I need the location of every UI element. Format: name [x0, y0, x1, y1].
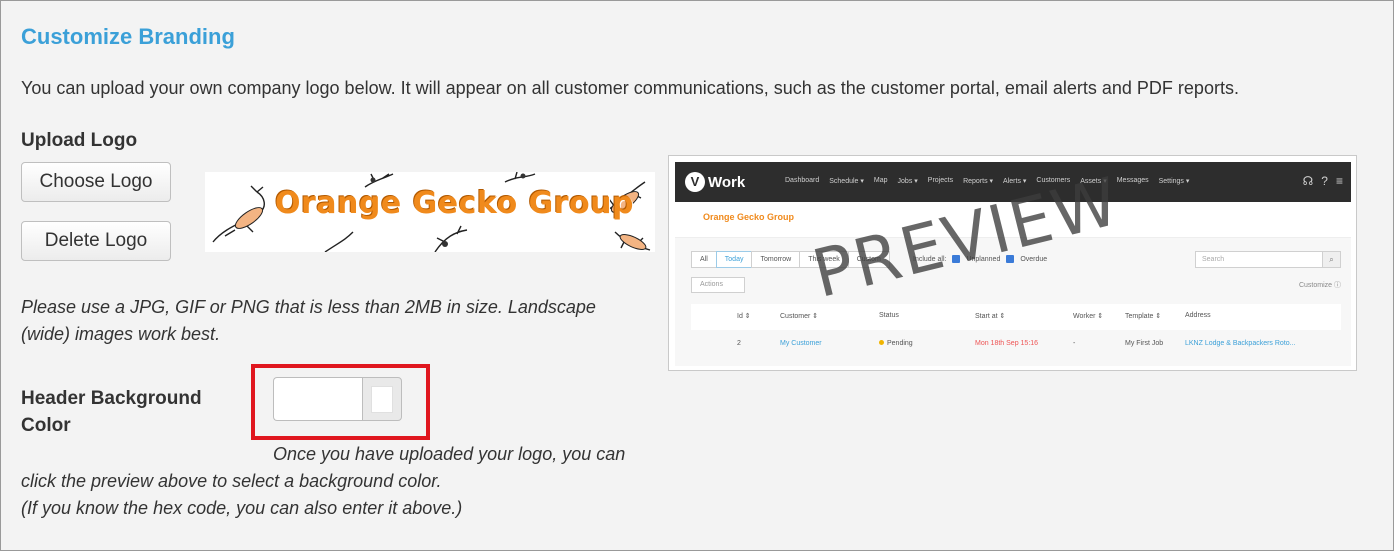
preview-col-header: Start at ⇕: [975, 313, 1006, 320]
preview-col-header: Id ⇕: [737, 313, 751, 320]
preview-nav-item: Messages: [1116, 177, 1149, 184]
preview-include-label: Include all:: [913, 255, 947, 263]
hint-line: Once you have uploaded your logo, you ca…: [273, 444, 626, 464]
preview-search-placeholder: Search: [1202, 256, 1225, 263]
preview-cell-id: 2: [737, 340, 741, 347]
preview-topbar[interactable]: V Work Dashboard Schedule ▾ Map Jobs ▾ P…: [675, 162, 1351, 202]
preview-nav-item: Reports ▾: [963, 178, 994, 185]
preview-col-header: Status: [879, 312, 899, 319]
preview-nav-item: Settings ▾: [1158, 178, 1190, 185]
preview-cell-status: Pending: [879, 340, 913, 347]
delete-logo-button[interactable]: Delete Logo: [21, 221, 171, 261]
preview-nav: Dashboard Schedule ▾ Map Jobs ▾ Projects…: [785, 177, 1189, 185]
preview-cell-customer: My Customer: [780, 340, 822, 347]
header-bg-label-line: Color: [21, 415, 71, 436]
preview-col-header: Worker ⇕: [1073, 313, 1104, 320]
preview-nav-item: Map: [873, 177, 888, 184]
preview-brand-icon: V: [685, 172, 705, 192]
help-icon: ?: [1321, 174, 1328, 188]
preview-nav-item: Projects: [927, 177, 954, 184]
preview-col-header: Address: [1185, 312, 1211, 319]
preview-tab: Custom: [847, 251, 890, 268]
preview-tab: This week: [799, 251, 849, 268]
choose-logo-button[interactable]: Choose Logo: [21, 162, 171, 202]
header-bg-color-input[interactable]: [273, 377, 363, 421]
preview-cell-address: LKNZ Lodge & Backpackers Roto...: [1185, 340, 1296, 347]
upload-note: Please use a JPG, GIF or PNG that is les…: [21, 294, 661, 348]
intro-text: You can upload your own company logo bel…: [21, 78, 1239, 98]
checkbox-icon: [1006, 255, 1015, 263]
color-picker-button[interactable]: [362, 377, 402, 421]
preview-tab: All: [691, 251, 717, 268]
preview-nav-item: Schedule ▾: [829, 178, 864, 185]
preview-nav-item: Customers: [1036, 177, 1071, 184]
preview-logo: Orange Gecko Group: [703, 212, 795, 222]
preview-include-option: Overdue: [1020, 255, 1048, 263]
color-swatch: [371, 386, 393, 413]
headset-icon: ☊: [1302, 174, 1314, 188]
preview-table-header: Id ⇕ Customer ⇕ Status Start at ⇕ Worker…: [691, 304, 1341, 330]
preview-cell-worker: -: [1073, 340, 1076, 347]
preview-col-header: Template ⇕: [1125, 313, 1162, 320]
checkbox-icon: [952, 255, 961, 263]
header-bg-color-label: Header Background Color: [21, 385, 231, 439]
preview-nav-item: Alerts ▾: [1003, 178, 1027, 185]
upload-note-line: Please use a JPG, GIF or PNG that is les…: [21, 297, 596, 317]
menu-icon: ≡: [1335, 174, 1343, 188]
preview-search: Search ⌕: [1195, 251, 1341, 268]
preview-tab: Tomorrow: [751, 251, 801, 268]
preview-body: All Today Tomorrow This week Custom Incl…: [675, 238, 1351, 366]
header-bg-label-line: Header Background: [21, 388, 202, 409]
preview-brand-name: Work: [708, 173, 746, 191]
preview-cell-start: Mon 18th Sep 15:16: [975, 340, 1039, 347]
logo-image: Orange Gecko Group: [205, 172, 655, 252]
preview-cell-template: My First Job: [1125, 340, 1164, 347]
preview-nav-item: Assets ▾: [1080, 178, 1107, 185]
search-icon: ⌕: [1322, 252, 1340, 267]
preview-tabs: All Today Tomorrow This week Custom: [691, 251, 890, 268]
preview-customize: Customize ⓘ: [1298, 282, 1341, 289]
preview-brand: V Work: [685, 171, 745, 193]
logo-company-name: Orange Gecko Group: [275, 186, 634, 221]
preview-topbar-icons: ☊ ? ≡: [1303, 174, 1343, 188]
preview-include-filters: Include all: Unplanned Overdue: [913, 255, 1047, 263]
hint-line: click the preview above to select a back…: [21, 471, 442, 491]
preview-logo-strip[interactable]: Orange Gecko Group: [675, 202, 1351, 238]
section-title: Customize Branding: [21, 24, 235, 49]
preview-nav-item: Jobs ▾: [897, 178, 918, 185]
header-preview[interactable]: V Work Dashboard Schedule ▾ Map Jobs ▾ P…: [668, 155, 1357, 371]
upload-note-line: (wide) images work best.: [21, 324, 221, 344]
preview-nav-item: Dashboard: [785, 177, 820, 184]
preview-table-row: 2 My Customer Pending Mon 18th Sep 15:16…: [691, 334, 1341, 354]
preview-tab: Today: [715, 251, 753, 268]
preview-actions: Actions: [691, 277, 745, 293]
preview-include-option: Unplanned: [966, 255, 1001, 263]
upload-logo-label: Upload Logo: [21, 130, 138, 151]
hint-line: (If you know the hex code, you can also …: [21, 498, 463, 518]
preview-col-header: Customer ⇕: [780, 313, 819, 320]
